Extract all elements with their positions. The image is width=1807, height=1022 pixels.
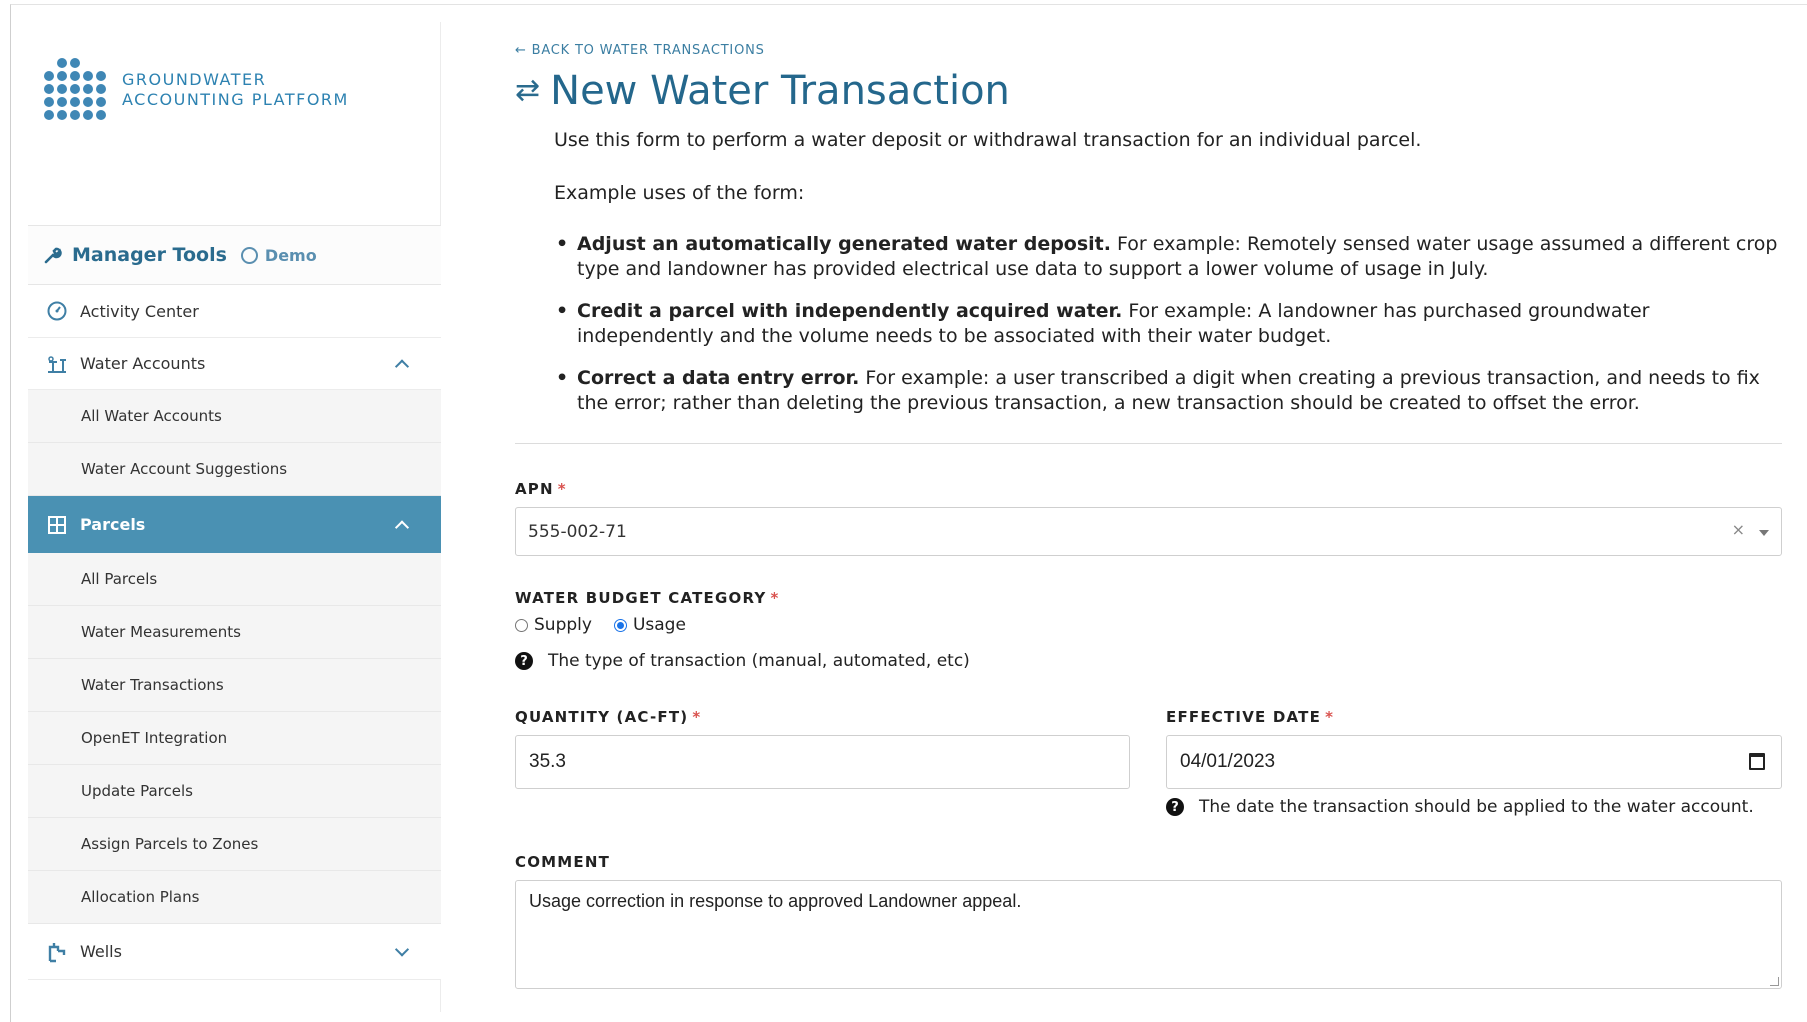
category-radio-group: Supply Usage [515,615,708,635]
sidebar-subitem-water-measurements[interactable]: Water Measurements [28,606,441,659]
sidebar-item-parcels[interactable]: Parcels [28,496,441,553]
examples-heading: Example uses of the form: [554,182,805,204]
effective-date-input[interactable]: 04/01/2023 [1166,735,1782,789]
calendar-icon[interactable] [1749,753,1765,770]
sidebar-subitem-openet-integration[interactable]: OpenET Integration [28,712,441,765]
sidebar-item-wells[interactable]: Wells [28,924,441,980]
required-marker: * [692,708,702,726]
intro-text: Use this form to perform a water deposit… [554,127,1784,433]
dashboard-icon [46,300,68,322]
effective-date-help: ? The date the transaction should be app… [1166,797,1754,817]
transfer-icon: ⇄ [515,73,541,108]
comment-label: COMMENT [515,853,611,871]
apn-label: APN * [515,480,567,498]
clear-icon[interactable]: × [1732,520,1745,539]
resize-handle-icon[interactable] [1770,977,1779,986]
well-icon [46,941,68,963]
manager-tools-title: Manager Tools [72,244,227,266]
list-item: Credit a parcel with independently acqui… [554,299,1784,349]
sidebar-subitem-update-parcels[interactable]: Update Parcels [28,765,441,818]
required-marker: * [557,480,567,498]
radio-option-usage[interactable]: Usage [613,615,686,635]
examples-list: Adjust an automatically generated water … [554,232,1784,416]
quantity-input[interactable]: 35.3 [515,735,1130,789]
quantity-label: QUANTITY (AC-FT) * [515,708,702,726]
chevron-down-icon [394,941,410,957]
chevron-up-icon [394,358,410,374]
sidebar-subitem-all-water-accounts[interactable]: All Water Accounts [28,390,441,443]
sidebar: GROUNDWATER ACCOUNTING PLATFORM Manager … [28,22,441,1012]
radio-usage[interactable] [613,618,627,632]
caret-down-icon[interactable] [1759,530,1769,536]
sidebar-subitem-assign-parcels-to-zones[interactable]: Assign Parcels to Zones [28,818,441,871]
sidebar-subitem-water-account-suggestions[interactable]: Water Account Suggestions [28,443,441,496]
required-marker: * [770,589,780,607]
intro-paragraph: Use this form to perform a water deposit… [554,129,1422,151]
sidebar-subitem-allocation-plans[interactable]: Allocation Plans [28,871,441,924]
water-budget-category-label: WATER BUDGET CATEGORY * [515,589,780,607]
apn-value: 555-002-71 [528,521,627,542]
chevron-up-icon [394,519,410,535]
back-link[interactable]: ← BACK TO WATER TRANSACTIONS [515,43,765,58]
list-item: Correct a data entry error. For example:… [554,366,1784,416]
apn-select[interactable]: 555-002-71 × [515,507,1782,556]
water-account-icon [46,353,68,375]
wrench-icon [44,246,62,264]
radio-supply[interactable] [515,618,528,632]
required-marker: * [1325,708,1335,726]
list-item: Adjust an automatically generated water … [554,232,1784,282]
globe-icon [240,246,258,264]
comment-textarea[interactable]: Usage correction in response to approved… [515,880,1782,989]
sidebar-subitem-all-parcels[interactable]: All Parcels [28,553,441,606]
page-title: ⇄ New Water Transaction [515,68,1010,114]
page-heading: New Water Transaction [550,68,1010,114]
sidebar-item-activity-center[interactable]: Activity Center [28,285,441,338]
effective-date-label: EFFECTIVE DATE * [1166,708,1335,726]
sidebar-item-water-accounts[interactable]: Water Accounts [28,338,441,390]
help-icon: ? [515,652,533,670]
demo-badge[interactable]: Demo [265,246,317,265]
radio-option-supply[interactable]: Supply [515,615,592,635]
brand-name: GROUNDWATER ACCOUNTING PLATFORM [122,70,349,109]
grid-icon [46,514,68,536]
category-help: ? The type of transaction (manual, autom… [515,651,970,671]
divider [515,443,1782,444]
help-icon: ? [1166,798,1184,816]
manager-tools-header: Manager Tools Demo [28,225,441,285]
sidebar-subitem-water-transactions[interactable]: Water Transactions [28,659,441,712]
logo-icon [44,58,108,122]
brand-logo[interactable]: GROUNDWATER ACCOUNTING PLATFORM [44,58,349,122]
